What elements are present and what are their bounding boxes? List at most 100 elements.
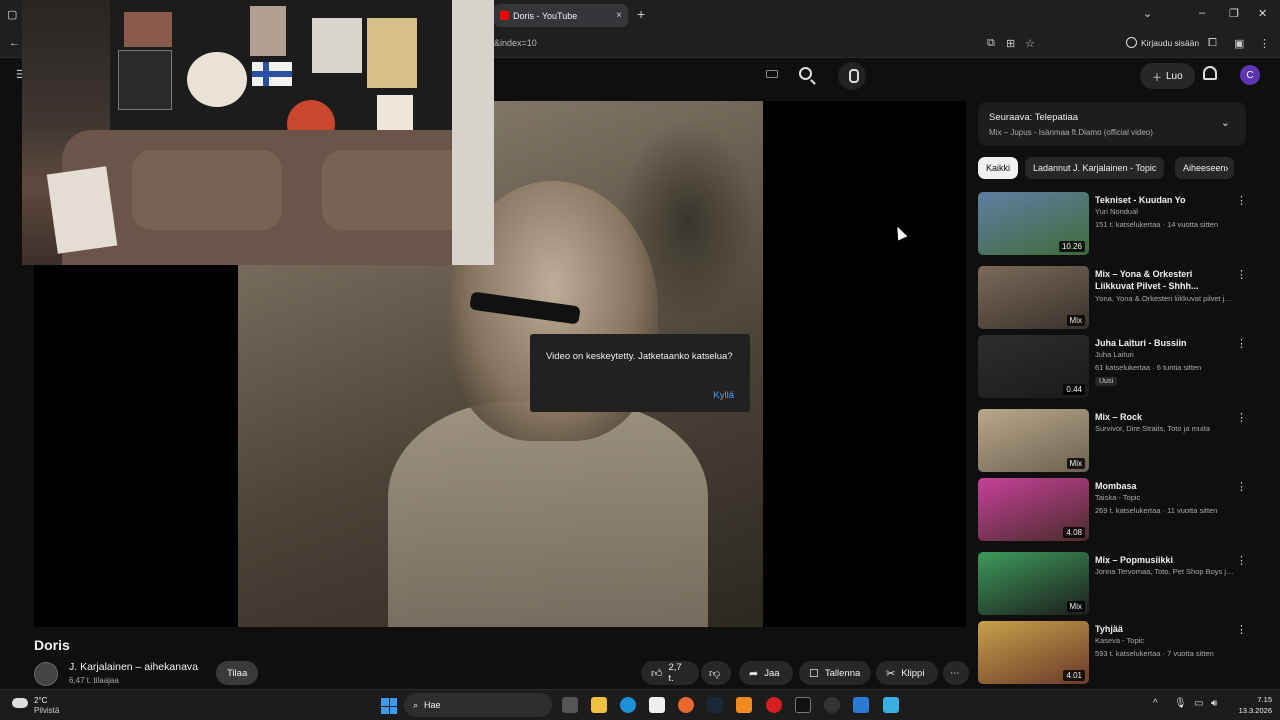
recommendation-title[interactable]: Juha Laituri - Bussiin (1095, 337, 1225, 349)
taskbar-search[interactable]: ⌕ Hae (404, 693, 552, 717)
vlc-icon[interactable] (736, 697, 752, 713)
app-icon[interactable] (853, 697, 869, 713)
window-close-icon[interactable]: ✕ (1258, 7, 1267, 20)
maximize-icon[interactable]: ❐ (1229, 7, 1239, 20)
extension-badge-icon[interactable]: ▣ (1234, 37, 1244, 50)
recommendation-item[interactable]: 10.26 Tekniset - Kuudan Yo Yuri Nondual 151… (978, 192, 1247, 256)
channel-name[interactable]: J. Karjalainen – aihekanava (69, 661, 198, 673)
thumbs-up-icon: 👍︎ (651, 667, 663, 680)
thumbnail-badge: Mix (1066, 458, 1085, 469)
create-button[interactable]: ＋ Luo (1140, 63, 1195, 89)
settings-icon[interactable] (824, 697, 840, 713)
video-thumbnail[interactable]: 10.26 (978, 192, 1089, 255)
taskbar-clock[interactable]: 7.15 13.3.2026 (1230, 694, 1272, 716)
tab-actions-icon[interactable]: ▢ (7, 8, 17, 21)
recommendation-item[interactable]: Mix Mix – Popmusiikki Jonna Tervomaa, Toto… (978, 552, 1247, 616)
chevron-right-icon[interactable]: › (1225, 163, 1229, 175)
clip-button[interactable]: ✂ Klippi (876, 661, 938, 685)
network-icon[interactable]: ▭ (1194, 698, 1203, 709)
recommendation-title[interactable]: Mombasa (1095, 480, 1225, 492)
recommendation-item[interactable]: Mix Mix – Rock Survivor, Dire Straits, Tot… (978, 409, 1247, 473)
minimize-icon[interactable]: – (1199, 7, 1205, 19)
webcam-poster (118, 50, 172, 110)
voice-search-button[interactable] (838, 62, 866, 90)
signin-label: Kirjaudu sisään (1141, 37, 1200, 48)
clock-time: 7.15 (1257, 695, 1272, 704)
more-actions-button[interactable]: ⋯ (943, 661, 969, 685)
recommendation-channel: Juha Laituri (1095, 350, 1134, 359)
up-next-panel[interactable]: Seuraava: Telepatiaa Mix – Jupus - Isänm… (978, 102, 1246, 146)
firefox-icon[interactable] (678, 697, 694, 713)
recommendation-title[interactable]: Mix – Rock (1095, 411, 1225, 423)
like-button[interactable]: 👍︎ 2,7 t. (641, 661, 699, 685)
edge-icon[interactable] (620, 697, 636, 713)
signin-button[interactable]: Kirjaudu sisään (1126, 37, 1199, 48)
app-icon[interactable] (883, 697, 899, 713)
recommendation-title[interactable]: Mix – Yona & Orkesteri Liikkuvat Pilvet … (1095, 268, 1225, 292)
chevron-down-icon[interactable]: ⌄ (1221, 116, 1230, 129)
more-options-icon[interactable]: ⋮ (1236, 337, 1247, 350)
more-options-icon[interactable]: ⋮ (1236, 268, 1247, 281)
new-badge: Uusi (1095, 377, 1118, 386)
browser-menu-icon[interactable]: ⋮ (1259, 37, 1270, 50)
user-avatar[interactable]: C (1240, 65, 1260, 85)
weather-condition: Pilvistä (34, 706, 60, 715)
subscribe-button[interactable]: Tilaa (216, 661, 259, 685)
more-options-icon[interactable]: ⋮ (1236, 194, 1247, 207)
save-button[interactable]: ☐ Tallenna (799, 661, 871, 685)
up-next-title: Seuraava: Telepatiaa (989, 112, 1079, 123)
chip-all[interactable]: Kaikki (978, 157, 1019, 179)
video-thumbnail[interactable]: 4.08 (978, 478, 1089, 541)
more-options-icon[interactable]: ⋮ (1236, 480, 1247, 493)
back-icon[interactable]: ← (9, 37, 20, 49)
video-thumbnail[interactable]: Mix (978, 409, 1089, 472)
video-thumbnail[interactable]: 0.44 (978, 335, 1089, 398)
recommendation-item[interactable]: 0.44 Juha Laituri - Bussiin Juha Laituri 61… (978, 335, 1247, 399)
store-icon[interactable] (649, 697, 665, 713)
recommendation-channel: Survivor, Dire Straits, Toto ja muita (1095, 424, 1210, 433)
keyboard-icon[interactable] (766, 70, 778, 78)
new-tab-button[interactable]: + (637, 6, 645, 22)
video-thumbnail[interactable]: Mix (978, 266, 1089, 329)
notifications-bell-icon[interactable] (1203, 66, 1217, 80)
browser-tab[interactable]: Doris - YouTube × (494, 4, 628, 27)
volume-icon[interactable]: 🔊︎ (1211, 698, 1217, 709)
bookmark-star-icon[interactable]: ☆ (1025, 37, 1035, 50)
video-thumbnail[interactable]: 4.01 (978, 621, 1089, 684)
tab-search-icon[interactable]: ⌄ (1143, 7, 1152, 20)
channel-avatar[interactable] (34, 662, 58, 686)
dislike-button[interactable]: 👎︎ (701, 661, 731, 685)
url-text[interactable]: &index=10 (494, 38, 537, 48)
more-options-icon[interactable]: ⋮ (1236, 623, 1247, 636)
recommendation-title[interactable]: Tekniset - Kuudan Yo (1095, 194, 1225, 206)
recommendation-item[interactable]: 4.01 Tyhjää Kaseva - Topic 593 t. katseluke… (978, 621, 1247, 685)
extensions-icon[interactable]: ⧠ (1208, 37, 1217, 50)
opera-icon[interactable] (766, 697, 782, 713)
start-windows-icon[interactable] (381, 698, 397, 714)
task-view-icon[interactable] (562, 697, 578, 713)
thumbnail-badge: Mix (1066, 315, 1085, 326)
video-thumbnail[interactable]: Mix (978, 552, 1089, 615)
continue-watching-button[interactable]: Kyllä (713, 390, 734, 401)
microphone-icon[interactable]: 🎙︎ (1174, 698, 1187, 709)
weather-widget[interactable]: 2°C Pilvistä (12, 694, 72, 718)
recommendation-title[interactable]: Tyhjää (1095, 623, 1225, 635)
recommendation-meta: 151 t. katselukertaa · 14 vuotta sitten (1095, 220, 1218, 229)
more-options-icon[interactable]: ⋮ (1236, 554, 1247, 567)
screenshot-icon[interactable]: ⧉ (987, 37, 995, 50)
thumbs-down-icon: 👎︎ (709, 667, 721, 680)
tab-close-icon[interactable]: × (616, 10, 622, 21)
share-button[interactable]: ➦ Jaa (739, 661, 793, 685)
file-explorer-icon[interactable] (591, 697, 607, 713)
chip-uploaded-by[interactable]: Ladannut J. Karjalainen - Topic (1025, 157, 1165, 179)
recommendation-item[interactable]: Mix Mix – Yona & Orkesteri Liikkuvat Pilv… (978, 266, 1247, 330)
terminal-icon[interactable] (795, 697, 811, 713)
more-options-icon[interactable]: ⋮ (1236, 411, 1247, 424)
pause-message: Video on keskeytetty. Jatketaanko katsel… (546, 351, 733, 362)
recommendation-title[interactable]: Mix – Popmusiikki (1095, 554, 1225, 566)
install-app-icon[interactable]: ⊞ (1006, 37, 1015, 50)
recommendation-item[interactable]: 4.08 Mombasa Taiska - Topic 269 t. katseluk… (978, 478, 1247, 542)
search-icon[interactable] (799, 67, 812, 80)
tray-overflow-icon[interactable]: ^ (1153, 698, 1158, 709)
steam-icon[interactable] (707, 697, 723, 713)
